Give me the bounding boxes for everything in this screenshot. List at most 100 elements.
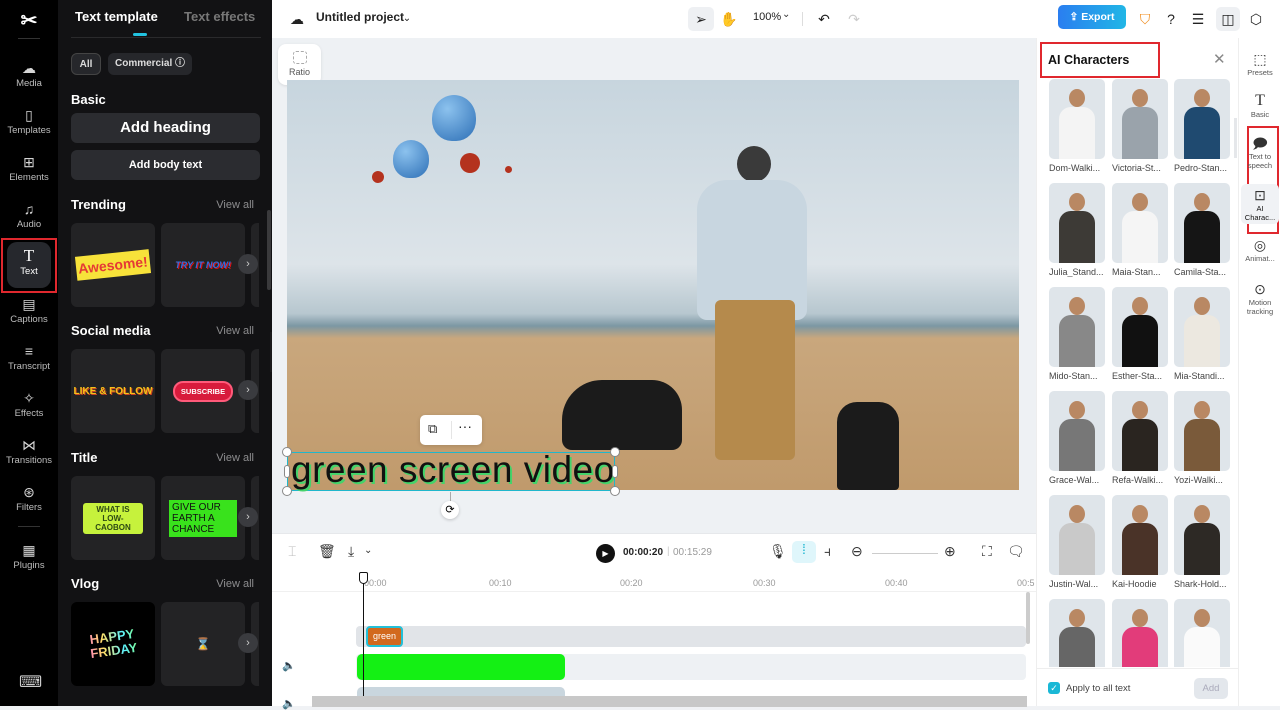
green-screen-clip[interactable] [357, 654, 565, 680]
layout-toggle-icon[interactable]: ◫ [1216, 7, 1240, 31]
character-card[interactable] [1049, 183, 1105, 263]
rail-item-motion-tracking[interactable]: ⊙ Motion tracking [1241, 280, 1279, 316]
template-card[interactable]: SUBSCRIBE [161, 349, 245, 433]
resize-handle[interactable] [610, 447, 620, 457]
template-card[interactable]: LIKE & FOLLOW [71, 349, 155, 433]
character-card[interactable] [1174, 287, 1230, 367]
view-all-trending[interactable]: View all [216, 199, 254, 211]
duplicate-icon[interactable]: ⧉ [428, 421, 437, 437]
rail-item-effects[interactable]: ✧ Effects [4, 388, 54, 434]
add-body-text-button[interactable]: Add body text [71, 150, 260, 180]
shield-icon[interactable]: ⛉ [1136, 7, 1154, 31]
template-card[interactable]: TRY IT NOW! [161, 223, 245, 307]
download-icon[interactable]: ⤓ [348, 543, 354, 560]
character-card[interactable] [1174, 79, 1230, 159]
zoom-out-icon[interactable]: ⊖ [851, 543, 863, 560]
rail-item-text[interactable]: T Text [7, 242, 51, 288]
time-ruler[interactable] [272, 572, 1036, 592]
view-all-title[interactable]: View all [216, 452, 254, 464]
settings-icon[interactable]: ⬡ [1247, 7, 1265, 31]
zoom-in-icon[interactable]: ⊕ [944, 543, 956, 560]
add-heading-button[interactable]: Add heading [71, 113, 260, 143]
character-card[interactable] [1174, 599, 1230, 667]
project-name[interactable]: Untitled project [316, 10, 404, 24]
side-handle[interactable] [284, 465, 290, 478]
play-button[interactable]: ▶ [596, 544, 615, 563]
chip-all[interactable]: All [71, 53, 101, 75]
next-arrow-button[interactable]: › [238, 254, 258, 274]
ratio-button[interactable]: Ratio [278, 44, 321, 85]
next-arrow-button[interactable]: › [238, 380, 258, 400]
rail-item-templates[interactable]: ▯ Templates [4, 105, 54, 151]
character-card[interactable] [1174, 183, 1230, 263]
rail-item-presets[interactable]: ⬚ Presets [1241, 50, 1279, 77]
keyboard-icon[interactable]: ⌨ [19, 672, 42, 692]
split-view-icon[interactable]: ⫞ [824, 543, 831, 560]
character-card[interactable] [1049, 79, 1105, 159]
apply-all-checkbox[interactable]: ✓ [1048, 682, 1060, 694]
vertical-scrollbar[interactable] [1026, 592, 1030, 644]
rail-item-animation[interactable]: ◎ Animat... [1241, 236, 1279, 263]
magnet-snap-icon[interactable]: ⁞ [792, 541, 816, 563]
text-selection-box[interactable]: green screen video [282, 447, 620, 496]
undo-icon[interactable]: ↶ [815, 7, 833, 31]
character-card[interactable] [1112, 391, 1168, 471]
rail-item-elements[interactable]: ⊞ Elements [4, 152, 54, 198]
rail-item-captions[interactable]: ▤ Captions [4, 294, 54, 340]
redo-icon[interactable]: ↷ [845, 7, 863, 31]
character-card[interactable] [1112, 183, 1168, 263]
chevron-down-icon[interactable]: ⌄ [400, 7, 414, 31]
template-card[interactable]: Awesome! [71, 223, 155, 307]
rail-item-plugins[interactable]: ▦ Plugins [4, 540, 54, 586]
resize-handle[interactable] [282, 447, 292, 457]
zoom-chevron-icon[interactable]: ⌄ [782, 9, 790, 20]
overlay-text[interactable]: green screen video [291, 449, 615, 491]
character-card[interactable] [1049, 391, 1105, 471]
character-card[interactable] [1112, 495, 1168, 575]
add-button[interactable]: Add [1194, 678, 1228, 699]
rail-item-transcript[interactable]: ≡ Transcript [4, 341, 54, 387]
character-card[interactable] [1049, 287, 1105, 367]
character-card[interactable] [1112, 599, 1168, 667]
more-options-icon[interactable]: ··· [458, 418, 472, 434]
split-icon[interactable]: ⌶ [288, 543, 296, 560]
rail-item-text-to-speech[interactable]: 🗩 Text to speech [1241, 134, 1279, 170]
view-all-social-media[interactable]: View all [216, 325, 254, 337]
tab-text-effects[interactable]: Text effects [184, 9, 255, 24]
character-card[interactable] [1174, 391, 1230, 471]
close-icon[interactable]: ✕ [1213, 50, 1226, 68]
tab-text-template[interactable]: Text template [75, 9, 158, 24]
export-button[interactable]: ⇪ Export [1058, 5, 1126, 29]
template-card[interactable]: ⌛ [161, 602, 245, 686]
text-clip[interactable]: green [366, 626, 403, 647]
hand-tool-icon[interactable]: ✋ [718, 7, 740, 31]
rail-item-media[interactable]: ☁ Media [4, 58, 54, 104]
view-all-vlog[interactable]: View all [216, 578, 254, 590]
character-card[interactable] [1112, 79, 1168, 159]
rail-item-basic[interactable]: T Basic [1241, 92, 1279, 119]
panel-scrollbar[interactable] [1234, 118, 1237, 158]
side-handle[interactable] [612, 465, 618, 478]
mute-icon[interactable]: 🔈 [282, 659, 296, 672]
microphone-icon[interactable]: 🎙 [769, 543, 787, 560]
character-card[interactable] [1174, 495, 1230, 575]
help-icon[interactable]: ? [1162, 7, 1180, 31]
playhead-handle[interactable] [359, 572, 368, 584]
video-preview[interactable] [287, 80, 1019, 490]
rail-item-ai-characters[interactable]: ⊡ AI Charac... [1241, 184, 1279, 224]
zoom-level[interactable]: 100% [753, 11, 781, 23]
template-card[interactable]: HAPPY FRIDAY [71, 602, 155, 686]
chip-commercial[interactable]: Commercial ⓘ [108, 53, 192, 75]
select-tool-icon[interactable]: ➢ [688, 7, 714, 31]
delete-icon[interactable]: 🗑 [318, 543, 336, 560]
next-arrow-button[interactable]: › [238, 633, 258, 653]
rotate-icon[interactable]: ⟳ [441, 501, 459, 519]
horizontal-scrollbar[interactable] [312, 696, 1027, 707]
rail-item-transitions[interactable]: ⋈ Transitions [4, 435, 54, 481]
character-card[interactable] [1112, 287, 1168, 367]
resize-handle[interactable] [610, 486, 620, 496]
playhead[interactable] [363, 572, 364, 707]
panel-scrollbar[interactable] [267, 210, 271, 290]
feedback-icon[interactable]: 🗨 [1007, 543, 1025, 560]
character-card[interactable] [1049, 495, 1105, 575]
